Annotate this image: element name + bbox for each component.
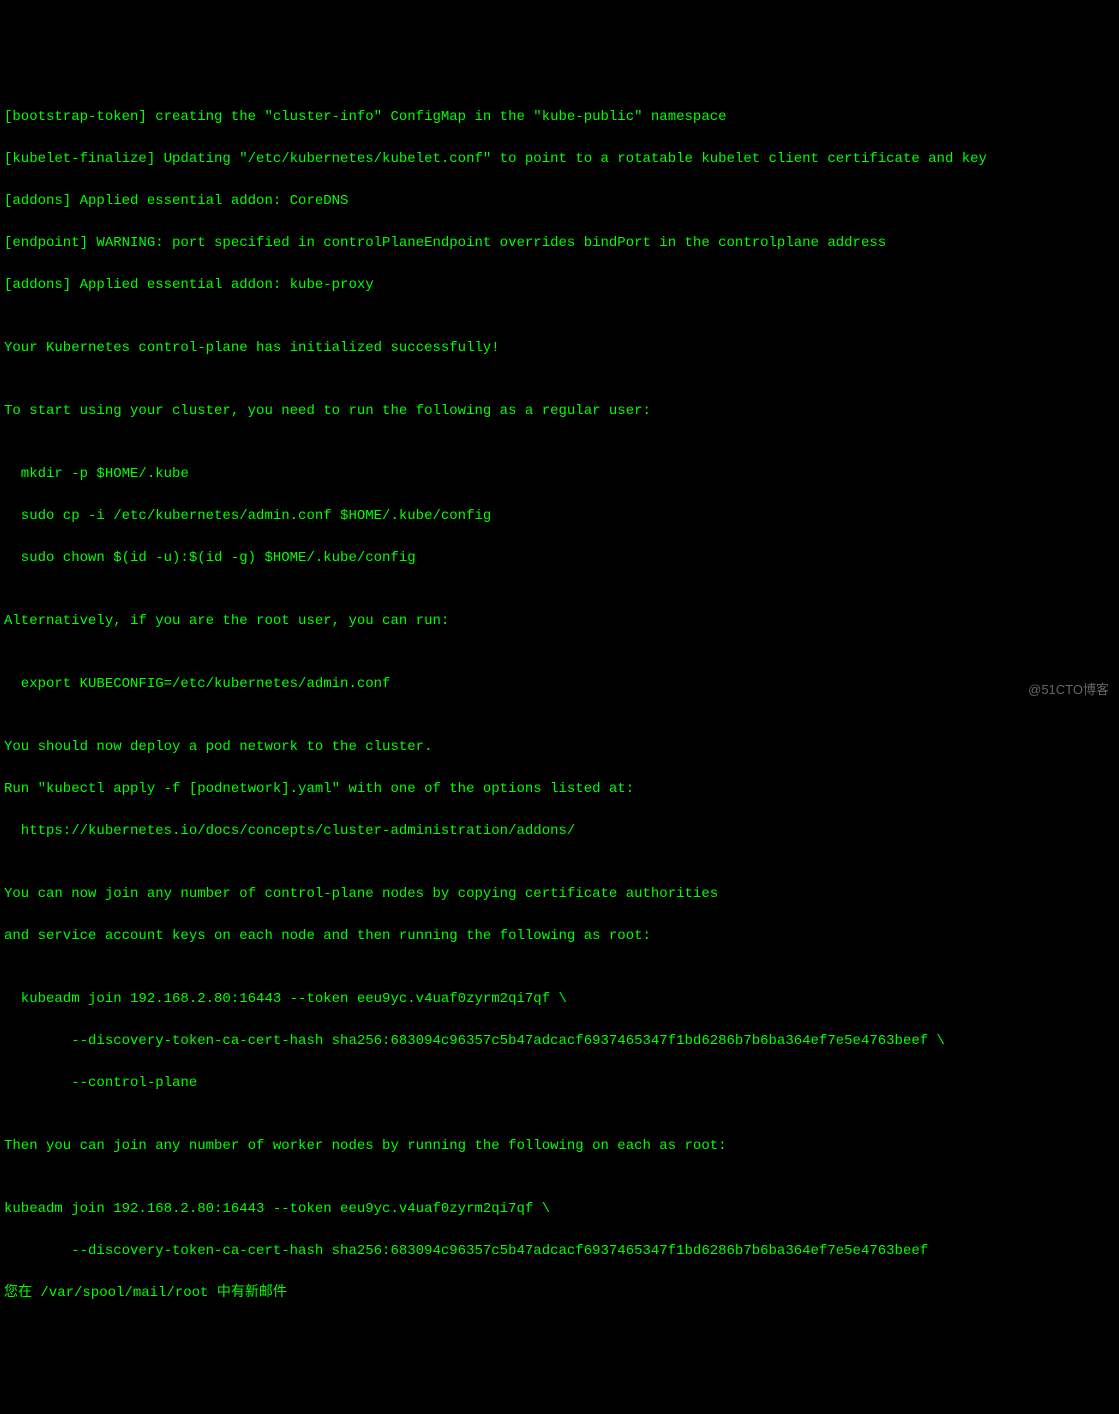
terminal-line: and service account keys on each node an… — [4, 926, 1115, 947]
terminal-line: Your Kubernetes control-plane has initia… — [4, 338, 1115, 359]
terminal-line: Alternatively, if you are the root user,… — [4, 611, 1115, 632]
terminal-line: [bootstrap-token] creating the "cluster-… — [4, 107, 1115, 128]
terminal-line: kubeadm join 192.168.2.80:16443 --token … — [4, 1199, 1115, 1220]
terminal-line: mkdir -p $HOME/.kube — [4, 464, 1115, 485]
terminal-line: kubeadm join 192.168.2.80:16443 --token … — [4, 989, 1115, 1010]
terminal-line: Run "kubectl apply -f [podnetwork].yaml"… — [4, 779, 1115, 800]
terminal-line: [addons] Applied essential addon: CoreDN… — [4, 191, 1115, 212]
terminal-line: [addons] Applied essential addon: kube-p… — [4, 275, 1115, 296]
terminal-line: sudo cp -i /etc/kubernetes/admin.conf $H… — [4, 506, 1115, 527]
terminal-line: sudo chown $(id -u):$(id -g) $HOME/.kube… — [4, 548, 1115, 569]
terminal-line: You should now deploy a pod network to t… — [4, 737, 1115, 758]
terminal-line: https://kubernetes.io/docs/concepts/clus… — [4, 821, 1115, 842]
watermark-text: @51CTO博客 — [1028, 680, 1109, 700]
terminal-line: --control-plane — [4, 1073, 1115, 1094]
terminal-line: [endpoint] WARNING: port specified in co… — [4, 233, 1115, 254]
terminal-line: 您在 /var/spool/mail/root 中有新邮件 — [4, 1283, 1115, 1304]
terminal-line: [kubelet-finalize] Updating "/etc/kubern… — [4, 149, 1115, 170]
terminal-output[interactable]: [bootstrap-token] creating the "cluster-… — [4, 86, 1115, 1325]
terminal-line: --discovery-token-ca-cert-hash sha256:68… — [4, 1241, 1115, 1262]
terminal-line: export KUBECONFIG=/etc/kubernetes/admin.… — [4, 674, 1115, 695]
terminal-line: --discovery-token-ca-cert-hash sha256:68… — [4, 1031, 1115, 1052]
terminal-line: Then you can join any number of worker n… — [4, 1136, 1115, 1157]
terminal-line: You can now join any number of control-p… — [4, 884, 1115, 905]
terminal-line: To start using your cluster, you need to… — [4, 401, 1115, 422]
